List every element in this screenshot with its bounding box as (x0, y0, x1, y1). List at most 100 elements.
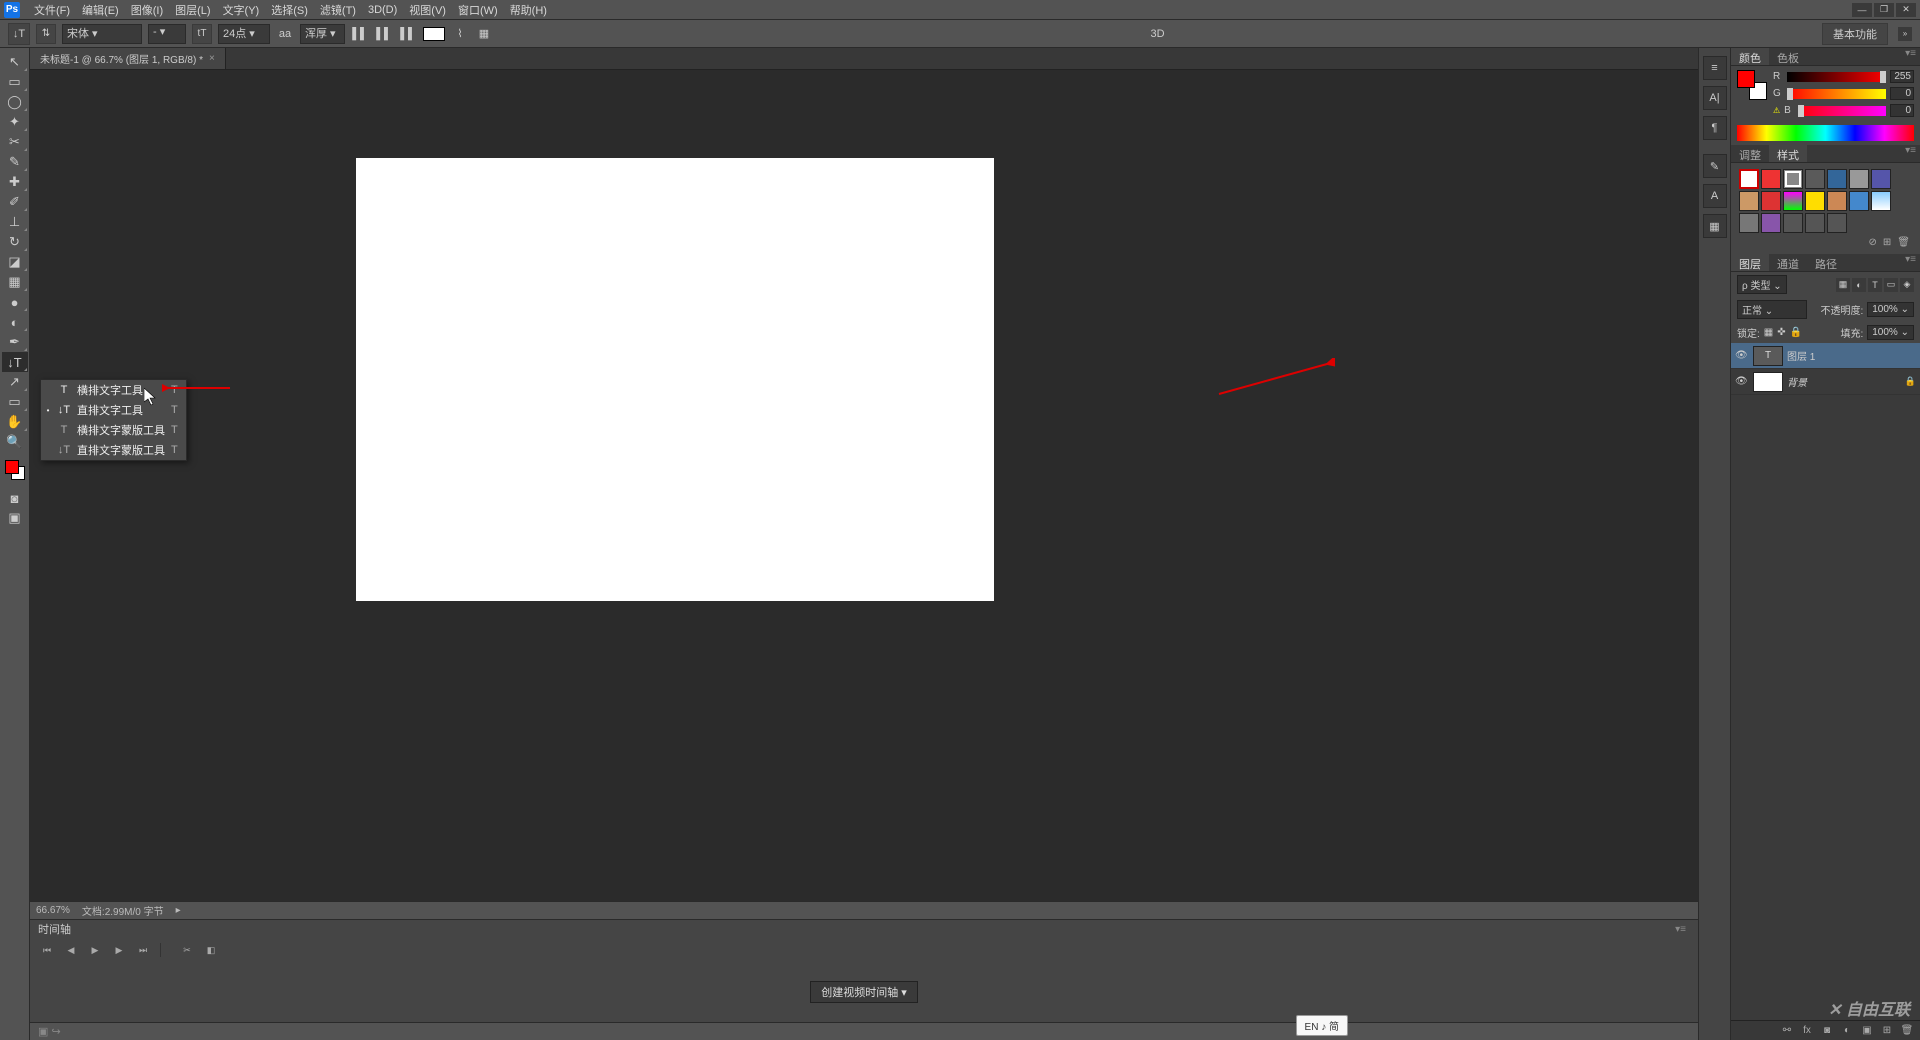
ime-indicator[interactable]: EN ♪ 简 (1296, 1015, 1348, 1036)
tab-adjustments[interactable]: 调整 (1731, 145, 1769, 162)
gamut-warning-icon[interactable]: ⚠ (1773, 106, 1780, 115)
minimize-button[interactable]: — (1852, 3, 1872, 17)
layer-mask-icon[interactable]: ◙ (1820, 1024, 1834, 1038)
tab-channels[interactable]: 通道 (1769, 254, 1807, 271)
styles-trash-icon[interactable]: 🗑 (1897, 237, 1910, 248)
status-arrow-icon[interactable]: ▸ (176, 905, 181, 916)
canvas[interactable] (356, 158, 994, 601)
styles-clear-icon[interactable]: ⊘ (1869, 237, 1877, 248)
current-tool-icon[interactable]: ↓T (8, 23, 30, 45)
timeline-first-button[interactable]: ⏮ (40, 943, 54, 957)
menu-help[interactable]: 帮助(H) (504, 0, 553, 20)
panel-fg-color[interactable] (1737, 70, 1755, 88)
style-swatch[interactable] (1761, 213, 1781, 233)
layer-thumbnail[interactable]: T (1753, 346, 1783, 366)
layer-visibility-icon[interactable]: 👁 (1735, 376, 1749, 387)
tool-zoom[interactable]: 🔍 (2, 432, 28, 452)
style-swatch[interactable] (1871, 169, 1891, 189)
layer-visibility-icon[interactable]: 👁 (1735, 350, 1749, 361)
timeline-next-button[interactable]: ▶ (112, 943, 126, 957)
new-adjustment-icon[interactable]: ◐ (1840, 1024, 1854, 1038)
tool-stamp[interactable]: ⊥ (2, 212, 28, 232)
menu-file[interactable]: 文件(F) (28, 0, 76, 20)
tool-gradient[interactable]: ▦ (2, 272, 28, 292)
document-tab[interactable]: 未标题-1 @ 66.7% (图层 1, RGB/8) * × (30, 48, 226, 69)
font-size-select[interactable]: 24点 ▾ (218, 24, 270, 44)
style-swatch[interactable] (1783, 191, 1803, 211)
doc-info[interactable]: 文档:2.99M/0 字节 (82, 903, 164, 918)
filter-pixel-icon[interactable]: ▦ (1836, 278, 1850, 292)
delete-layer-icon[interactable]: 🗑 (1900, 1024, 1914, 1038)
tool-blur[interactable]: ● (2, 292, 28, 312)
menu-image[interactable]: 图像(I) (125, 0, 169, 20)
timeline-play-button[interactable]: ▶ (88, 943, 102, 957)
style-swatch[interactable] (1849, 191, 1869, 211)
lock-all-icon[interactable]: 🔒 (1790, 327, 1802, 338)
layer-name[interactable]: 背景 (1787, 374, 1901, 389)
r-value[interactable]: 255 (1890, 70, 1914, 83)
align-right-button[interactable]: ▌▌ (399, 25, 417, 43)
timeline-menu-icon[interactable]: ▾≡ (1671, 924, 1690, 935)
styles-new-icon[interactable]: ⊞ (1883, 237, 1891, 248)
color-panel-menu-icon[interactable]: ▾≡ (1901, 48, 1920, 65)
style-swatch[interactable] (1827, 169, 1847, 189)
tool-crop[interactable]: ✂ (2, 132, 28, 152)
layer-fx-icon[interactable]: fx (1800, 1024, 1814, 1038)
style-swatch[interactable] (1739, 191, 1759, 211)
style-swatch[interactable] (1783, 213, 1803, 233)
align-center-button[interactable]: ▌▌ (375, 25, 393, 43)
tool-path-select[interactable]: ↗ (2, 372, 28, 392)
color-spectrum[interactable] (1737, 125, 1914, 141)
dock-paragraph-icon[interactable]: ¶ (1703, 116, 1727, 140)
dock-char-styles-icon[interactable]: A (1703, 184, 1727, 208)
layer-thumbnail[interactable] (1753, 372, 1783, 392)
flyout-vertical-type[interactable]: • ↓T 直排文字工具 T (41, 400, 186, 420)
tool-pen[interactable]: ✒ (2, 332, 28, 352)
slider-g[interactable]: G 0 (1773, 87, 1914, 100)
blend-mode-select[interactable]: 正常 ⌄ (1737, 300, 1807, 319)
dock-brush-icon[interactable]: ✎ (1703, 154, 1727, 178)
dock-clone-icon[interactable]: ▦ (1703, 214, 1727, 238)
link-layers-icon[interactable]: ⚯ (1780, 1024, 1794, 1038)
workspace-switcher[interactable]: 基本功能 (1822, 23, 1888, 45)
toolbar-color-swatches[interactable] (5, 460, 25, 480)
tool-eraser[interactable]: ◪ (2, 252, 28, 272)
fill-value[interactable]: 100% ⌄ (1867, 325, 1914, 340)
style-swatch[interactable] (1761, 169, 1781, 189)
opacity-value[interactable]: 100% ⌄ (1867, 302, 1914, 317)
menu-window[interactable]: 窗口(W) (452, 0, 504, 20)
tool-screen-mode[interactable]: ▣ (2, 508, 28, 528)
slider-r[interactable]: R 255 (1773, 70, 1914, 83)
tool-heal[interactable]: ✚ (2, 172, 28, 192)
tool-move[interactable]: ↖ (2, 52, 28, 72)
style-swatch[interactable] (1805, 169, 1825, 189)
font-family-select[interactable]: 宋体 ▾ (62, 24, 142, 44)
text-color-swatch[interactable] (423, 27, 445, 41)
tool-brush[interactable]: ✐ (2, 192, 28, 212)
timeline-scissors-button[interactable]: ✂ (180, 943, 194, 957)
tab-color[interactable]: 颜色 (1731, 48, 1769, 65)
menu-layer[interactable]: 图层(L) (169, 0, 216, 20)
workspace-menu-arrow[interactable]: » (1898, 27, 1912, 41)
timeline-prev-button[interactable]: ◀ (64, 943, 78, 957)
g-value[interactable]: 0 (1890, 87, 1914, 100)
tool-type[interactable]: ↓T (2, 352, 28, 372)
lock-pixels-icon[interactable]: ▦ (1764, 327, 1773, 338)
tool-dodge[interactable]: ◐ (2, 312, 28, 332)
tool-eyedropper[interactable]: ✎ (2, 152, 28, 172)
tool-wand[interactable]: ✦ (2, 112, 28, 132)
font-weight-select[interactable]: - ▾ (148, 24, 186, 44)
style-swatch[interactable] (1739, 169, 1759, 189)
close-tab-icon[interactable]: × (209, 53, 215, 64)
tool-quick-mask[interactable]: ◙ (2, 488, 28, 508)
tool-history-brush[interactable]: ↻ (2, 232, 28, 252)
style-swatch[interactable] (1827, 191, 1847, 211)
layer-row[interactable]: 👁 T 图层 1 (1731, 343, 1920, 369)
canvas-viewport[interactable] (30, 70, 1698, 901)
timeline-transition-button[interactable]: ◧ (204, 943, 218, 957)
text-orientation-button[interactable]: ⇅ (36, 24, 56, 44)
flyout-horizontal-type-mask[interactable]: T 横排文字蒙版工具 T (41, 420, 186, 440)
filter-type-icon[interactable]: T (1868, 278, 1882, 292)
style-swatch[interactable] (1761, 191, 1781, 211)
warp-text-button[interactable]: ⌇ (451, 25, 469, 43)
